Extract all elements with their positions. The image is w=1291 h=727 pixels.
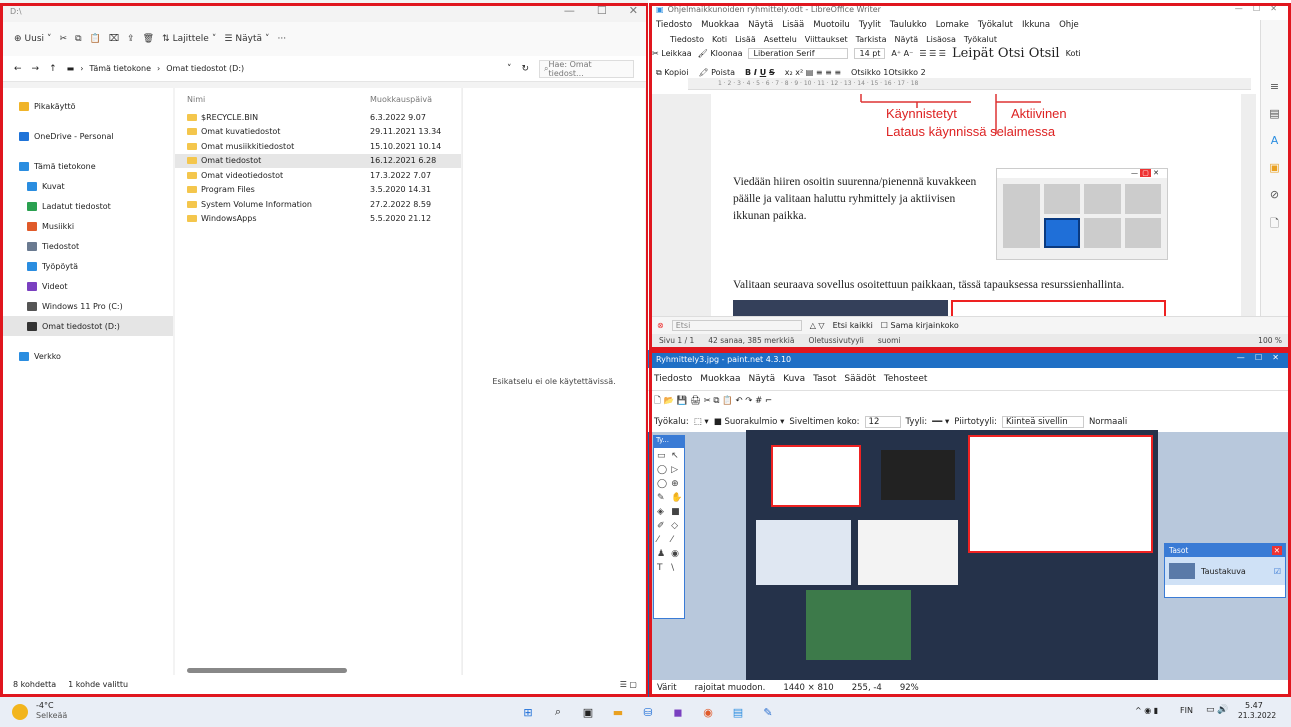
language-indicator[interactable]: FIN: [1180, 706, 1193, 715]
weather-icon[interactable]: [12, 704, 28, 720]
writer-highlight-frame: [649, 3, 1291, 350]
paintnet-icon[interactable]: ✎: [758, 702, 778, 722]
taskbar-apps: ⊞ ⌕ ▣ ▬ ⛁ ◼ ◉ ▤ ✎: [518, 702, 778, 722]
task-view-icon[interactable]: ▣: [578, 702, 598, 722]
store-icon[interactable]: ⛁: [638, 702, 658, 722]
clock-time[interactable]: 5.47: [1245, 701, 1263, 710]
paint-highlight-frame: [649, 350, 1291, 697]
network-volume-icon[interactable]: ▭ 🔊: [1206, 705, 1229, 715]
tray-icons[interactable]: ^ ◉ ▮: [1135, 706, 1158, 715]
search-icon[interactable]: ⌕: [548, 702, 568, 722]
taskbar: -4°C Selkeää ⊞ ⌕ ▣ ▬ ⛁ ◼ ◉ ▤ ✎ ^ ◉ ▮ FIN…: [0, 697, 1291, 727]
weather-text: Selkeää: [36, 711, 68, 720]
teams-icon[interactable]: ◼: [668, 702, 688, 722]
clock-date[interactable]: 21.3.2022: [1238, 711, 1276, 720]
start-icon[interactable]: ⊞: [518, 702, 538, 722]
explorer-highlight-frame: [0, 3, 649, 697]
weather-temp: -4°C: [36, 701, 54, 710]
writer-icon[interactable]: ▤: [728, 702, 748, 722]
firefox-icon[interactable]: ◉: [698, 702, 718, 722]
file-explorer-icon[interactable]: ▬: [608, 702, 628, 722]
